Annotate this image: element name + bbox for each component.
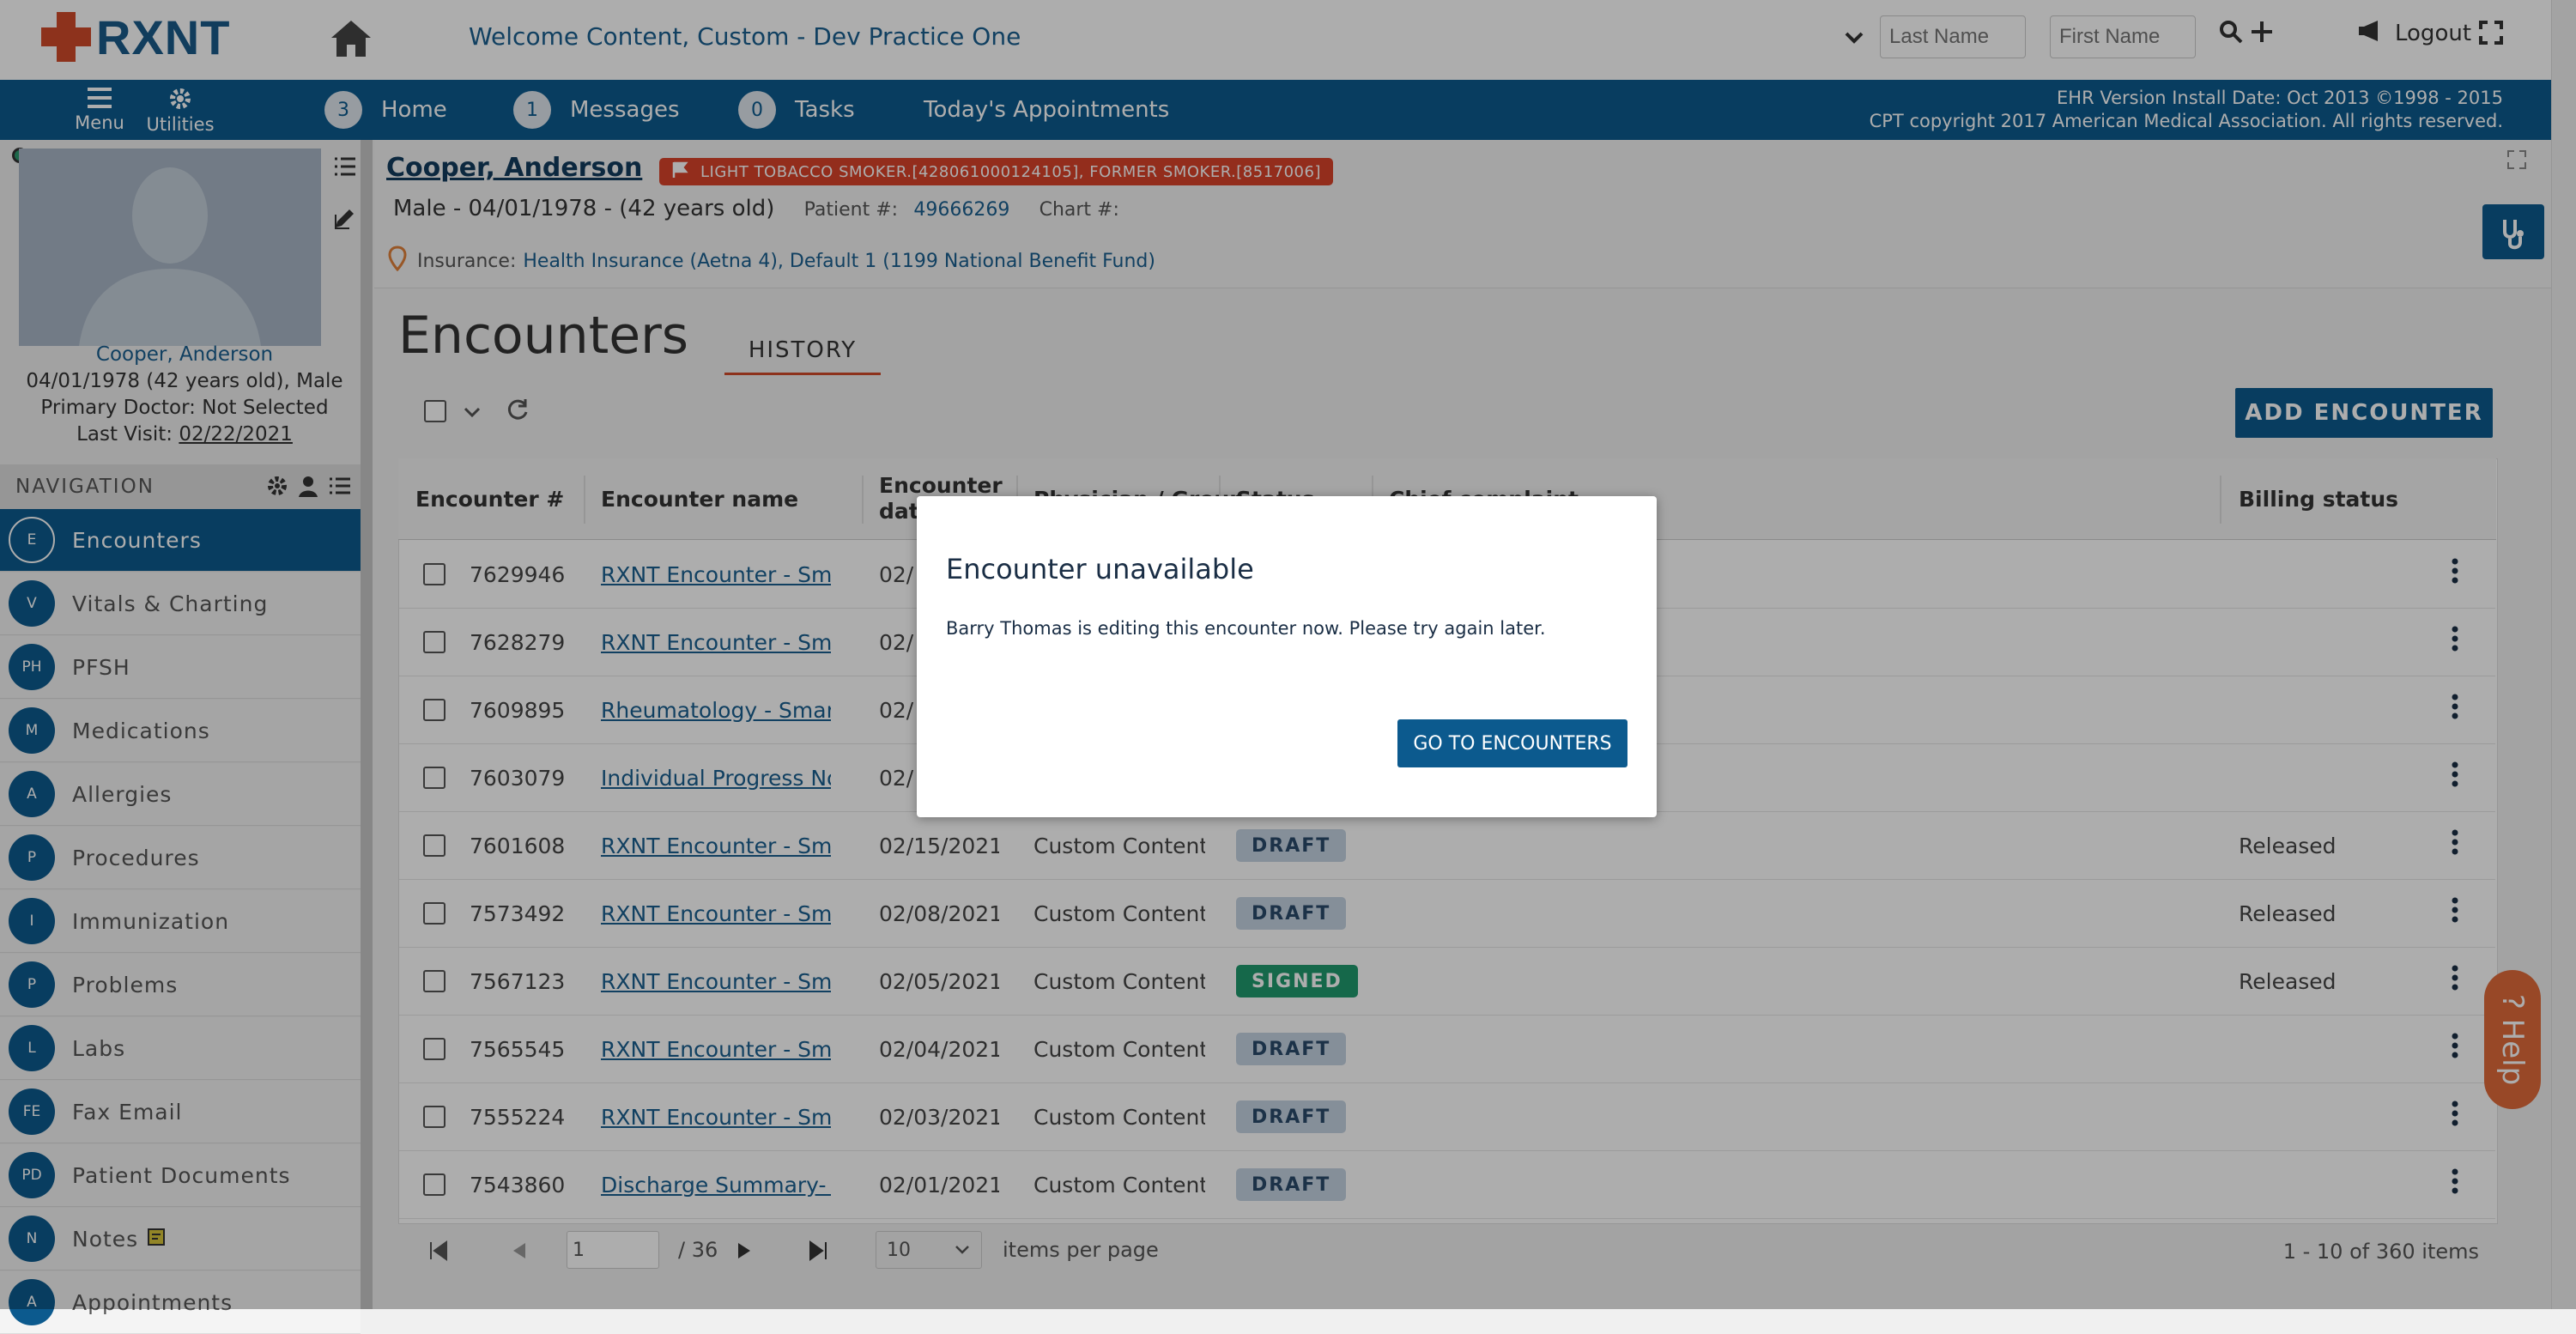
go-to-encounters-button[interactable]: GO TO ENCOUNTERS — [1397, 719, 1627, 767]
dialog-message: Barry Thomas is editing this encounter n… — [946, 618, 1546, 639]
encounter-unavailable-dialog — [917, 496, 1657, 817]
dialog-title: Encounter unavailable — [946, 553, 1254, 585]
